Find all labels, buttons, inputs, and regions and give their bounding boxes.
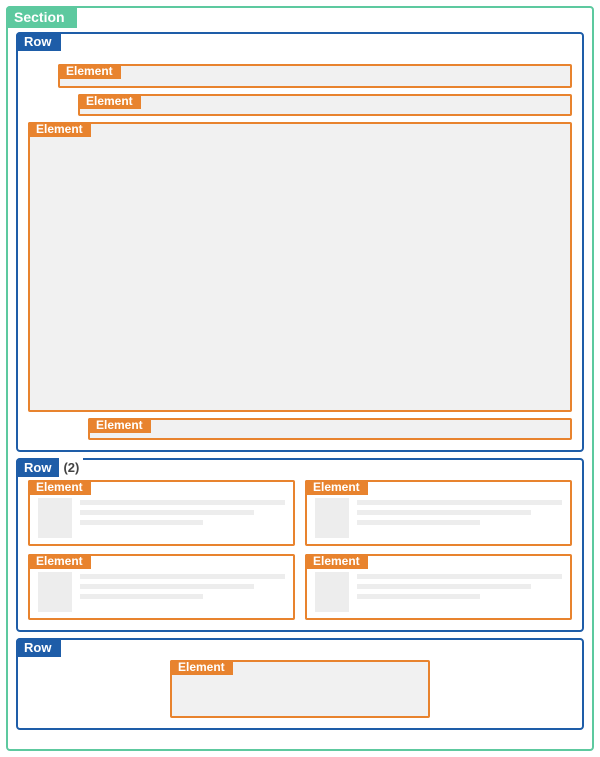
row-2-element-4: Element (305, 554, 572, 620)
row-1-element-3: Element (28, 122, 572, 412)
placeholder-line (80, 584, 254, 589)
placeholder-content (38, 572, 285, 612)
placeholder-text (357, 572, 562, 612)
row-3: Row Element (16, 638, 584, 730)
placeholder-line (80, 574, 285, 579)
row-2-label-wrap: Row (2) (16, 458, 83, 477)
placeholder-text (80, 572, 285, 612)
placeholder-line (357, 510, 531, 515)
placeholder-thumb (38, 572, 72, 612)
placeholder-line (80, 510, 254, 515)
element-label: Element (28, 554, 91, 569)
element-label: Element (305, 554, 368, 569)
row-1-label: Row (16, 32, 61, 51)
placeholder-text (357, 498, 562, 538)
element-label: Element (305, 480, 368, 495)
placeholder-line (357, 500, 562, 505)
placeholder-line (80, 594, 203, 599)
section-container: Section Row Element Element Element Elem… (6, 6, 594, 751)
row-2-label: Row (16, 458, 59, 477)
row-2-element-1: Element (28, 480, 295, 546)
element-label: Element (28, 122, 91, 137)
row-1-element-2: Element (78, 94, 572, 116)
element-label: Element (78, 94, 141, 109)
element-label: Element (88, 418, 151, 433)
placeholder-line (80, 520, 203, 525)
row-2-columns: Element Element (28, 480, 572, 620)
row-2-element-3: Element (305, 480, 572, 546)
section-label: Section (6, 6, 77, 28)
placeholder-line (357, 584, 531, 589)
placeholder-content (315, 498, 562, 538)
row-1-element-1: Element (58, 64, 572, 88)
row-2: Row (2) Element Element (16, 458, 584, 632)
placeholder-line (357, 594, 480, 599)
placeholder-text (80, 498, 285, 538)
row-2-col-left: Element Element (28, 480, 295, 620)
row-1-element-4: Element (88, 418, 572, 440)
placeholder-line (357, 574, 562, 579)
row-3-element-1: Element (170, 660, 430, 718)
row-3-label: Row (16, 638, 61, 657)
element-label: Element (170, 660, 233, 675)
placeholder-content (315, 572, 562, 612)
row-2-label-suffix: (2) (59, 458, 83, 477)
row-1: Row Element Element Element Element (16, 32, 584, 452)
placeholder-thumb (38, 498, 72, 538)
placeholder-thumb (315, 572, 349, 612)
element-label: Element (28, 480, 91, 495)
row-2-element-2: Element (28, 554, 295, 620)
placeholder-content (38, 498, 285, 538)
placeholder-line (80, 500, 285, 505)
row-2-col-right: Element Element (305, 480, 572, 620)
placeholder-line (357, 520, 480, 525)
placeholder-thumb (315, 498, 349, 538)
element-label: Element (58, 64, 121, 79)
